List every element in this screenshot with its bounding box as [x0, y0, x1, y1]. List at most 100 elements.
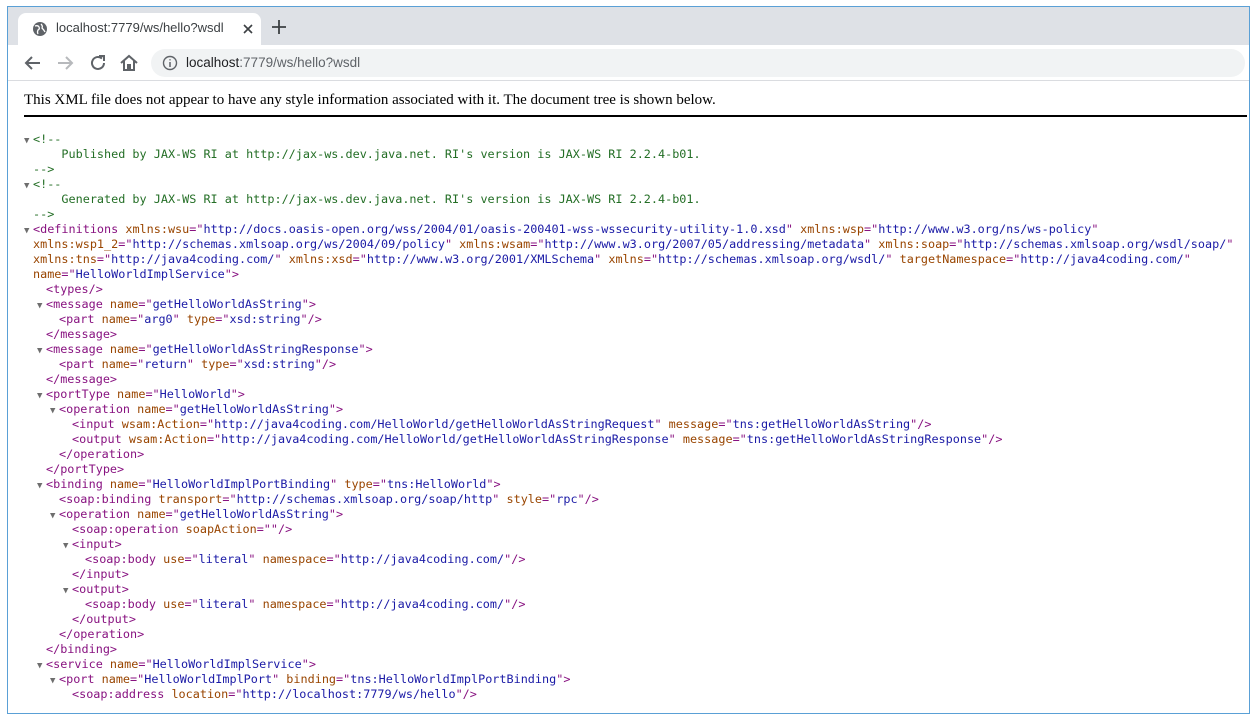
plus-icon[interactable] [270, 18, 288, 36]
xml-line: Published by JAX-WS RI at http://jax-ws.… [24, 147, 1233, 162]
xml-line: name="HelloWorldImplService"> [24, 267, 1233, 282]
xml-token: http://www.w3.org/ns/ws-policy [878, 222, 1092, 236]
page-content: This XML file does not appear to have an… [8, 82, 1249, 713]
xml-token: xsd:string [229, 312, 301, 326]
xml-token: =" [130, 672, 145, 686]
xml-token: --> [33, 207, 55, 221]
xml-line: <soap:operation soapAction=""/> [24, 522, 1233, 537]
xml-token: type [337, 477, 373, 491]
xml-token: <message [46, 342, 103, 356]
info-icon[interactable] [162, 55, 178, 71]
xml-token: =" [184, 597, 199, 611]
xml-token: <operation [59, 402, 131, 416]
xml-line: ▼ <service name="HelloWorldImplService"> [24, 657, 1233, 672]
xml-token: =" [138, 297, 153, 311]
xml-token: type [179, 312, 216, 326]
xml-token: =" [189, 222, 204, 236]
xml-token: <message [46, 297, 103, 311]
xml-token: literal [198, 597, 249, 611]
xml-token: name [130, 507, 166, 521]
xml-token: <port [59, 672, 95, 686]
xml-line: xmlns:tns="http://java4coding.com/" xmln… [24, 252, 1233, 267]
xml-token: <part [59, 312, 95, 326]
xml-token: "> [301, 297, 316, 311]
xml-token: HelloWorldImplPortBinding [152, 477, 331, 491]
xml-token: Published by JAX-WS RI at http://jax-ws.… [33, 147, 701, 161]
xml-token: "/> [910, 417, 932, 431]
xml-token: <definitions [33, 222, 119, 236]
xml-token: wsam:Action [121, 432, 207, 446]
xml-token: use [156, 597, 185, 611]
address-bar[interactable]: localhost:7779/ws/hello?wsdl [151, 49, 1245, 77]
xml-token: </operation> [59, 627, 145, 641]
xml-line: ▼ <message name="getHelloWorldAsStringRes… [24, 342, 1233, 357]
close-icon[interactable] [240, 21, 256, 37]
xml-token: getHelloWorldAsStringResponse [152, 342, 359, 356]
xml-token: </operation> [59, 447, 145, 461]
xml-token: style [499, 492, 543, 506]
xml-token: "/> [455, 687, 477, 701]
xml-line: </binding> [24, 642, 1233, 657]
xml-token: " [654, 417, 662, 431]
globe-icon [33, 22, 47, 36]
xml-token: =" [138, 657, 153, 671]
xml-token: tns:getHelloWorldAsString [732, 417, 911, 431]
xml-token: HelloWorldImplService [152, 657, 302, 671]
xml-token: <output> [72, 582, 129, 596]
xml-token: =" [96, 252, 112, 266]
xml-token: <input> [72, 537, 122, 551]
xml-token: <soap:operation [72, 522, 179, 536]
xml-style-notice: This XML file does not appear to have an… [24, 92, 1247, 117]
xml-token: =" [165, 507, 180, 521]
xml-token: tns:HelloWorldImplPortBinding [350, 672, 557, 686]
xml-token: return [144, 357, 187, 371]
xml-token: xmlns:tns [33, 252, 97, 266]
xml-token: name [102, 297, 139, 311]
url-text[interactable]: localhost:7779/ws/hello?wsdl [186, 55, 360, 70]
xml-line: ▼ <operation name="getHelloWorldAsString"… [24, 507, 1233, 522]
xml-token: Generated by JAX-WS RI at http://jax-ws.… [33, 192, 701, 206]
xml-token: "> [328, 402, 344, 416]
xml-token: =" [372, 477, 387, 491]
xml-token: "> [301, 657, 316, 671]
xml-token: <soap:binding [59, 492, 152, 506]
back-arrow-icon[interactable] [21, 51, 45, 75]
forward-arrow-icon[interactable] [53, 51, 77, 75]
xml-token: HelloWorldImplService [75, 267, 225, 281]
xml-token: <input [72, 417, 115, 431]
xml-token: " [248, 597, 256, 611]
xml-token: http://localhost:7779/ws/hello [242, 687, 456, 701]
xml-token: message [661, 417, 719, 431]
xml-token: http://schemas.xmlsoap.org/wsdl/ [658, 252, 886, 266]
browser-tab[interactable]: localhost:7779/ws/hello?wsdl [18, 13, 261, 45]
xml-token: http://schemas.xmlsoap.org/wsdl/soap/ [963, 237, 1227, 251]
tab-title: localhost:7779/ws/hello?wsdl [56, 20, 224, 35]
home-icon[interactable] [117, 51, 141, 75]
xml-token: "/> [300, 312, 322, 326]
xml-line: ▼ <port name="HelloWorldImplPort" binding… [24, 672, 1233, 687]
xml-token: http://docs.oasis-open.org/wss/2004/01/o… [203, 222, 786, 236]
xml-token: http://www.w3.org/2007/05/addressing/met… [544, 237, 865, 251]
reload-icon[interactable] [86, 51, 110, 75]
xml-token: name [102, 657, 139, 671]
xml-line: ▼ <operation name="getHelloWorldAsString"… [24, 402, 1233, 417]
xml-token: <portType [46, 387, 110, 401]
xml-line: <soap:address location="http://localhost… [24, 687, 1233, 702]
xml-token: getHelloWorldAsString [152, 297, 302, 311]
xml-token: =" [718, 417, 733, 431]
xml-token: " [1226, 237, 1234, 251]
xml-token: "/> [504, 552, 526, 566]
xml-token: =" [326, 597, 341, 611]
url-host: localhost [186, 55, 240, 70]
xml-token: http://java4coding.com/HelloWorld/getHel… [221, 432, 669, 446]
browser-window: localhost:7779/ws/hello?wsdl localhost:7… [7, 6, 1250, 714]
xml-line: <output wsam:Action="http://java4coding.… [24, 432, 1233, 447]
xml-line: ▼ <!-- [24, 132, 1233, 147]
navigation-toolbar: localhost:7779/ws/hello?wsdl [8, 45, 1249, 81]
xml-token: name [94, 357, 131, 371]
xml-line: </input> [24, 567, 1233, 582]
tab-strip: localhost:7779/ws/hello?wsdl [8, 7, 1249, 45]
xml-token: "> [358, 342, 373, 356]
xml-token: name [102, 342, 139, 356]
xml-token: " [668, 432, 676, 446]
